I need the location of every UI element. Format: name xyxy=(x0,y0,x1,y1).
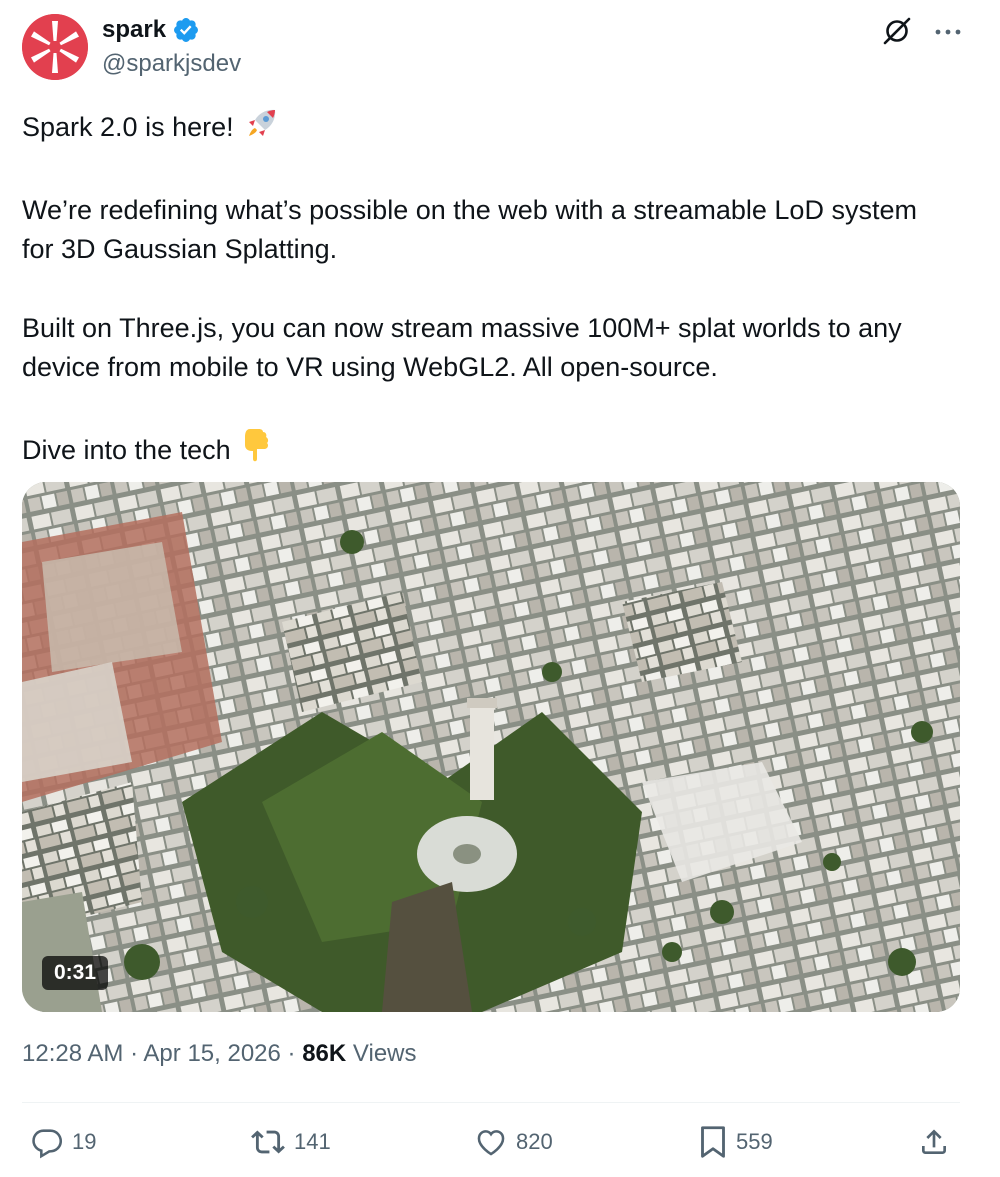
repost-count: 141 xyxy=(294,1129,331,1154)
meta-separator: · xyxy=(287,1040,296,1067)
header-actions xyxy=(882,16,962,46)
views-label: Views xyxy=(352,1040,417,1067)
name-row: spark xyxy=(102,16,200,44)
repost-icon xyxy=(251,1130,285,1154)
grok-icon[interactable] xyxy=(882,16,912,46)
tweet-header: spark @sparkjsdev xyxy=(22,14,962,84)
rocket-emoji-icon xyxy=(245,106,279,151)
tweet-time[interactable]: 12:28 AM xyxy=(22,1040,123,1067)
like-button[interactable]: 820 xyxy=(474,1118,553,1166)
reply-button[interactable]: 19 xyxy=(30,1118,96,1166)
tweet-line: Spark 2.0 is here! xyxy=(22,106,952,151)
pointing-down-emoji-icon xyxy=(242,427,272,474)
more-icon[interactable] xyxy=(934,16,962,46)
user-handle[interactable]: @sparkjsdev xyxy=(102,50,241,78)
aerial-city-thumbnail xyxy=(22,482,960,1012)
reply-count: 19 xyxy=(72,1129,97,1154)
video-player[interactable]: 0:31 xyxy=(22,482,960,1012)
like-count: 820 xyxy=(516,1129,553,1154)
bookmark-count: 559 xyxy=(736,1129,773,1154)
tweet-line: Dive into the tech xyxy=(22,427,952,474)
share-icon xyxy=(922,1129,946,1154)
repost-button[interactable]: 141 xyxy=(250,1118,331,1166)
views-count: 86K xyxy=(302,1040,347,1067)
avatar[interactable] xyxy=(22,14,88,80)
tweet-line: Built on Three.js, you can now stream ma… xyxy=(22,313,902,382)
heart-icon xyxy=(477,1130,505,1156)
reply-icon xyxy=(32,1129,63,1159)
share-button[interactable] xyxy=(918,1118,950,1166)
tweet-line-text: Dive into the tech xyxy=(22,435,239,465)
bookmark-button[interactable]: 559 xyxy=(698,1118,773,1166)
display-name[interactable]: spark xyxy=(102,16,166,44)
bookmark-icon xyxy=(701,1126,725,1158)
tweet-meta: 12:28 AM · Apr 15, 2026 · 86K Views xyxy=(22,1040,417,1068)
meta-separator: · xyxy=(130,1040,139,1067)
tweet-text: Spark 2.0 is here! We’re redefining what… xyxy=(22,106,952,474)
divider xyxy=(22,1102,960,1103)
verified-badge-icon xyxy=(172,16,200,44)
action-bar: 19 141 820 559 xyxy=(22,1118,960,1166)
spark-logo-icon xyxy=(22,14,88,80)
video-duration: 0:31 xyxy=(42,956,109,990)
tweet-line-text: Spark 2.0 is here! xyxy=(22,112,242,142)
tweet-line: We’re redefining what’s possible on the … xyxy=(22,195,917,264)
tweet-date[interactable]: Apr 15, 2026 xyxy=(143,1040,280,1067)
